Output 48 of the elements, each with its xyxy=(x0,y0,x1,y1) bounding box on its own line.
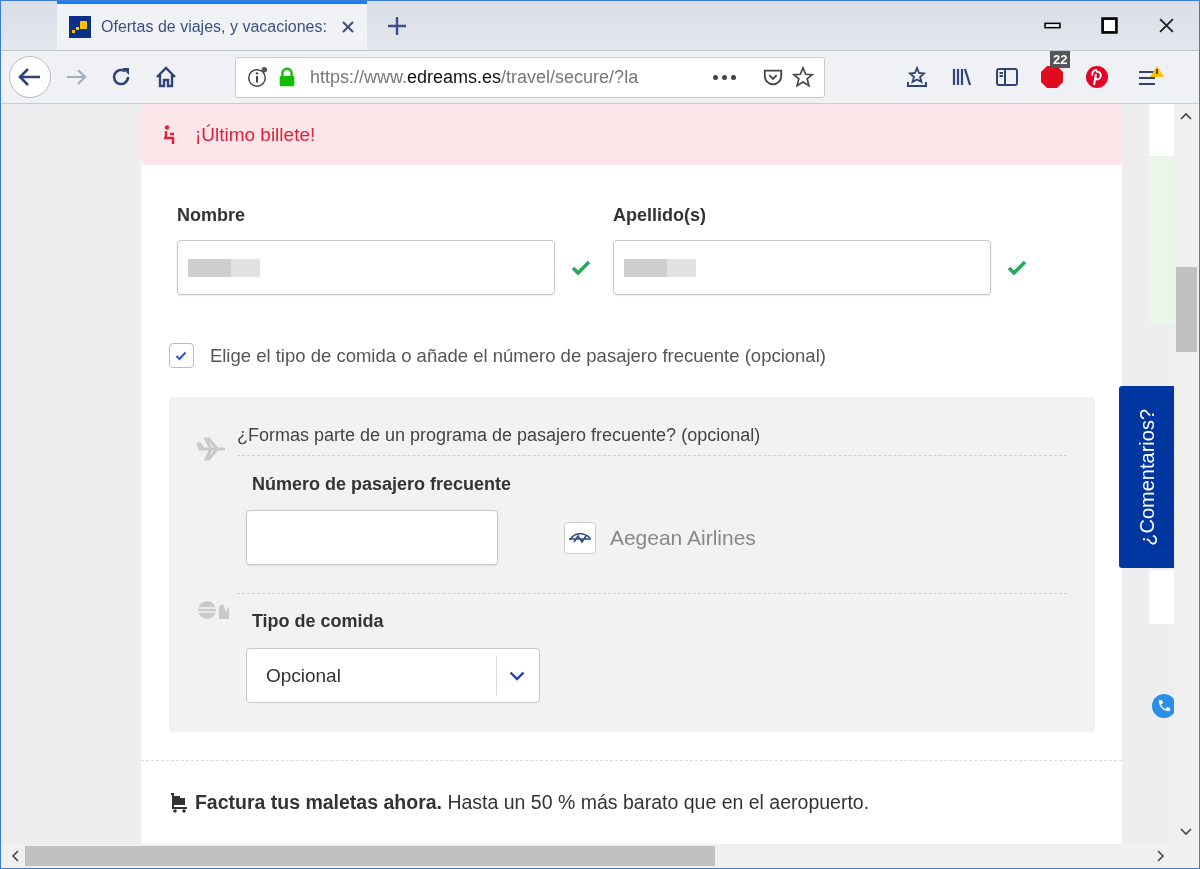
adblock-count-badge: 22 xyxy=(1050,51,1071,68)
bookmark-star-icon[interactable] xyxy=(792,66,814,88)
close-window-icon[interactable] xyxy=(1158,17,1175,34)
site-favicon-icon xyxy=(69,16,91,38)
sidebar-icon[interactable] xyxy=(995,65,1019,89)
star-tray-icon[interactable] xyxy=(905,65,929,89)
maximize-icon[interactable] xyxy=(1101,17,1118,34)
feedback-tab[interactable]: ¿Comentarios? xyxy=(1119,386,1175,568)
adblock-icon[interactable] xyxy=(1040,65,1064,89)
pin-icon[interactable] xyxy=(1085,65,1109,89)
phone-icon[interactable] xyxy=(1152,694,1177,718)
field-label: Nombre xyxy=(176,205,246,226)
back-icon[interactable] xyxy=(8,55,52,99)
input-field[interactable] xyxy=(176,240,555,295)
field-label: Tipo de comida xyxy=(251,611,385,632)
airline-name: Aegean Airlines xyxy=(609,525,756,550)
luggage-cart-icon xyxy=(168,792,189,813)
home-icon[interactable] xyxy=(154,65,178,89)
checkbox-label: Elige el tipo de comida o añade el número de pasajero frecuente (opcional) xyxy=(209,344,826,367)
chevron-down-icon xyxy=(508,670,525,681)
checkmark-icon xyxy=(175,350,188,361)
horizontal-scrollbar[interactable] xyxy=(1,844,1199,868)
page-actions-icon[interactable] xyxy=(713,74,736,80)
browser-tab[interactable]: Ofertas de viajes, y vacaciones: xyxy=(57,1,367,50)
field-label: Apellido(s) xyxy=(612,205,707,226)
scroll-right-icon[interactable] xyxy=(1157,850,1165,862)
airline-logo-icon xyxy=(563,521,596,554)
input-field[interactable] xyxy=(245,510,498,565)
input-field[interactable] xyxy=(612,240,991,295)
cutlery-plate-icon xyxy=(196,600,231,620)
frequent-flyer-question: ¿Formas parte de un programa de pasajero frecuente? (opcional) xyxy=(236,425,762,446)
address-bar[interactable]: https://www.edreams.es/travel/secure/?la xyxy=(235,56,825,98)
alert-text: ¡Último billete! xyxy=(194,123,316,146)
new-tab-icon[interactable] xyxy=(387,15,407,36)
meal-select[interactable]: Opcional xyxy=(245,648,540,703)
scroll-down-icon[interactable] xyxy=(1180,828,1193,836)
info-icon[interactable] xyxy=(246,66,268,88)
scroll-thumb[interactable] xyxy=(1176,267,1198,352)
luggage-promo-text: Factura tus maletas ahora. Hasta un 50 % más barato que en el aeropuerto. xyxy=(194,791,870,814)
close-tab-icon[interactable] xyxy=(341,20,355,34)
field-label: Número de pasajero frecuente xyxy=(251,474,512,495)
scroll-up-icon[interactable] xyxy=(1180,112,1193,120)
plane-icon xyxy=(196,437,227,461)
url-text: https://www.edreams.es/travel/secure/?la xyxy=(310,66,640,88)
scroll-thumb[interactable] xyxy=(25,846,715,866)
checkbox[interactable] xyxy=(168,343,194,368)
tab-title: Ofertas de viajes, y vacaciones: xyxy=(101,18,328,36)
scroll-left-icon[interactable] xyxy=(11,850,19,862)
